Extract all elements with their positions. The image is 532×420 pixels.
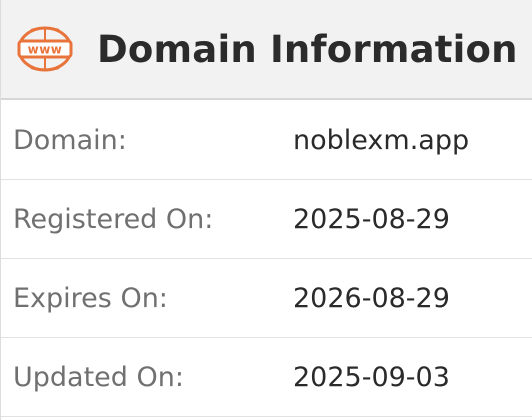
detail-row-domain: Domain: noblexm.app <box>1 101 532 180</box>
detail-label: Domain: <box>13 124 127 156</box>
detail-label: Registered On: <box>13 203 214 235</box>
detail-row-registered-on: Registered On: 2025-08-29 <box>1 180 532 259</box>
detail-value: 2026-08-29 <box>293 282 450 314</box>
domain-info-panel: www Domain Information Domain: noblexm.a… <box>0 0 532 420</box>
detail-value: noblexm.app <box>293 124 470 156</box>
detail-value: 2025-08-29 <box>293 203 450 235</box>
www-globe-icon: www <box>15 19 75 79</box>
panel-header: www Domain Information <box>1 0 532 100</box>
detail-label: Expires On: <box>13 282 168 314</box>
page-title: Domain Information <box>97 27 518 71</box>
domain-details-list: Domain: noblexm.app Registered On: 2025-… <box>1 101 532 417</box>
detail-label: Updated On: <box>13 361 184 393</box>
detail-row-expires-on: Expires On: 2026-08-29 <box>1 259 532 338</box>
www-icon-text: www <box>28 43 63 57</box>
detail-value: 2025-09-03 <box>293 361 450 393</box>
detail-row-updated-on: Updated On: 2025-09-03 <box>1 338 532 417</box>
